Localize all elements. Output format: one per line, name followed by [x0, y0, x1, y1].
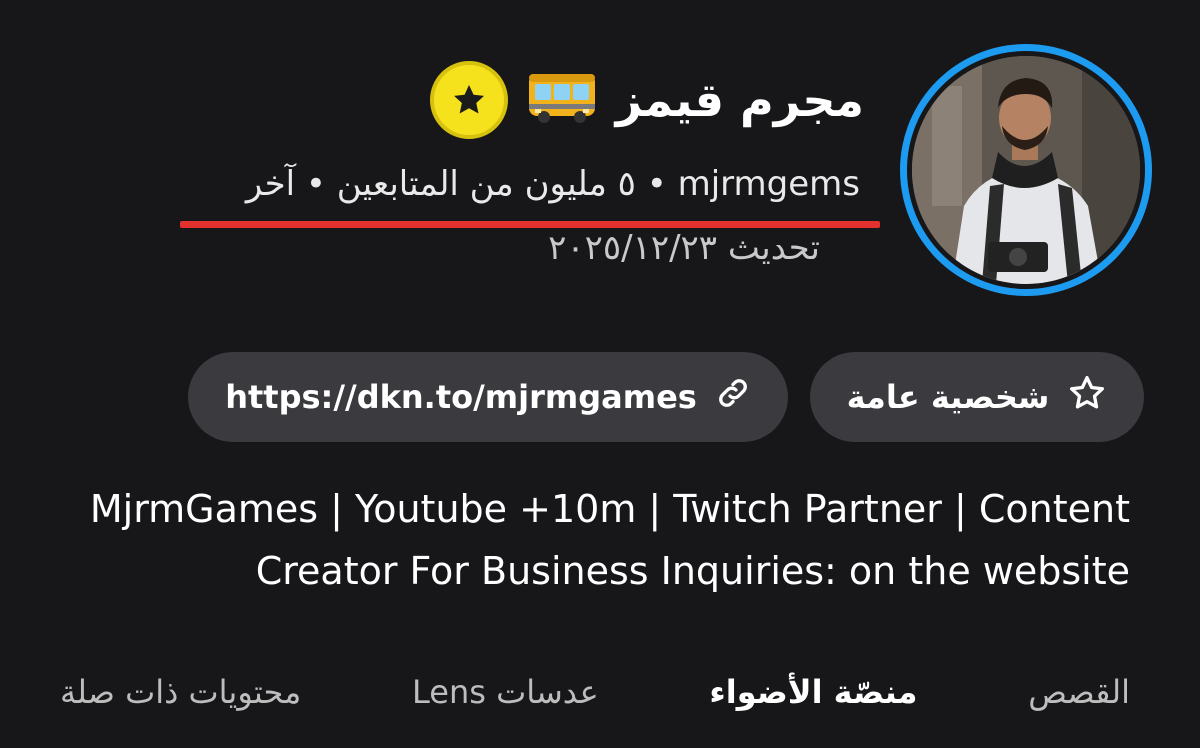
- link-icon: [715, 375, 751, 419]
- avatar-border: [907, 51, 1145, 289]
- highlight-underline: [180, 221, 880, 228]
- bus-icon: [526, 70, 598, 130]
- display-name: مجرم قيمز: [615, 73, 864, 127]
- bio-line-2: Creator For Business Inquiries: on the w…: [255, 549, 1130, 593]
- name-row: مجرم قيمز: [404, 58, 864, 142]
- bio-line-1: MjrmGames | Youtube +10m | Twitch Partne…: [89, 487, 1130, 531]
- avatar[interactable]: [900, 44, 1152, 296]
- bio: MjrmGames | Youtube +10m | Twitch Partne…: [10, 478, 1130, 602]
- tab-spotlight[interactable]: منصّة الأضواء: [709, 673, 917, 711]
- public-profile-chip[interactable]: شخصية عامة: [810, 352, 1144, 442]
- star-badge-icon[interactable]: [429, 61, 508, 139]
- last-updated-line: تحديث ٢٠٢٥/١٢/٢٣: [548, 228, 820, 268]
- website-link-chip[interactable]: https://dkn.to/mjrmgames: [188, 352, 788, 442]
- avatar-photo: [912, 56, 1140, 284]
- tab-stories[interactable]: القصص: [1028, 673, 1130, 711]
- star-outline-icon: [1067, 373, 1107, 421]
- public-profile-label: شخصية عامة: [846, 378, 1050, 416]
- website-link-label: https://dkn.to/mjrmgames: [225, 378, 697, 416]
- profile-tabs: القصص منصّة الأضواء عدسات Lens محتويات ذ…: [60, 662, 1130, 722]
- tab-related-content[interactable]: محتويات ذات صلة: [60, 673, 301, 711]
- username-followers-line: mjrmgems • ٥ مليون من المتابعين • آخر: [245, 164, 860, 204]
- tab-lenses[interactable]: عدسات Lens: [412, 673, 599, 711]
